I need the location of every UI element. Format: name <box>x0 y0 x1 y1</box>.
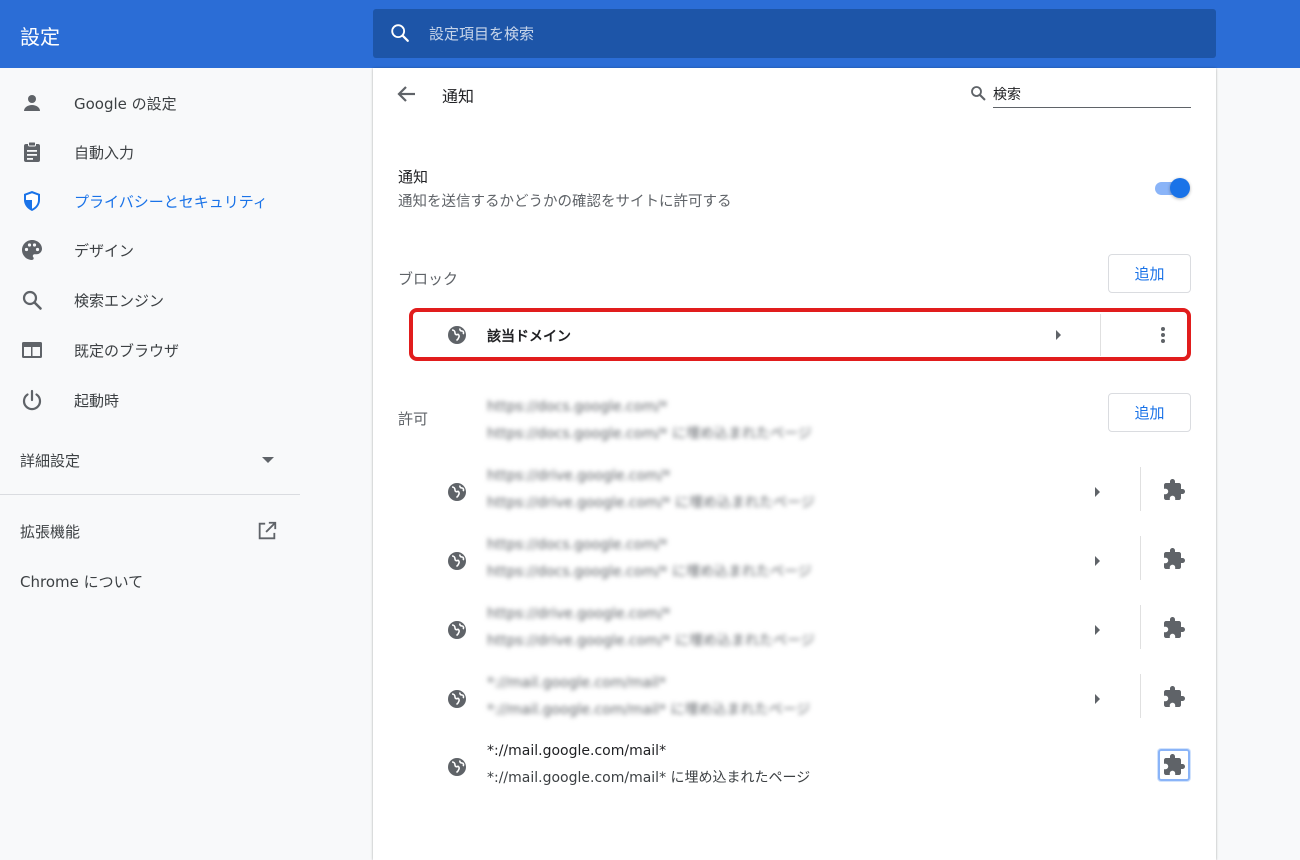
globe-icon <box>448 758 466 776</box>
extension-puzzle-icon[interactable] <box>1162 547 1186 571</box>
blocked-site-row: 該当ドメイン <box>409 309 1191 361</box>
allowed-site-origin: *://mail.google.com/mail* <box>487 675 667 691</box>
sidebar-item-label: デザイン <box>74 241 135 260</box>
allowed-site-origin: https://drive.google.com/* <box>487 468 671 484</box>
allowed-site-embed: https://docs.google.com/* に埋め込まれたページ <box>487 564 812 580</box>
extensions-link[interactable]: 拡張機能 <box>20 511 280 551</box>
allowed-site-row: https://docs.google.com/* https://docs.g… <box>409 532 1191 588</box>
sidebar: Google の設定 自動入力 プライバシーとセキュリティ デザイン 検索エンジ… <box>0 68 300 860</box>
sidebar-divider <box>0 494 300 495</box>
search-icon <box>22 290 42 310</box>
sidebar-item-label: Google の設定 <box>74 94 177 113</box>
shield-icon <box>24 191 40 211</box>
block-section-label: ブロック <box>398 270 459 288</box>
sidebar-item-google-settings[interactable]: Google の設定 <box>0 81 300 125</box>
allowed-site-main[interactable]: https://drive.google.com/* https://drive… <box>409 601 1134 657</box>
globe-icon <box>448 621 466 639</box>
allowed-site-row: https://drive.google.com/* https://drive… <box>409 601 1191 657</box>
sidebar-item-design[interactable]: デザイン <box>0 228 300 272</box>
toggle-knob <box>1170 178 1190 198</box>
extensions-label: 拡張機能 <box>20 522 81 541</box>
open-in-new-icon <box>258 521 277 540</box>
arrow-right-icon <box>1095 625 1100 635</box>
allowed-site-embed: *://mail.google.com/mail* に埋め込まれたページ <box>487 702 811 718</box>
palette-icon <box>22 240 42 260</box>
allowed-site-row: https://drive.google.com/* https://drive… <box>409 463 1191 519</box>
row-separator <box>1140 674 1141 718</box>
sidebar-item-label: 既定のブラウザ <box>74 341 180 360</box>
person-icon <box>24 95 40 111</box>
page-title: 通知 <box>442 87 475 106</box>
row-separator <box>1140 605 1141 649</box>
globe-icon <box>448 326 466 344</box>
allowed-site-origin: https://docs.google.com/* <box>487 537 668 553</box>
extension-puzzle-icon[interactable] <box>1162 478 1186 502</box>
advanced-settings-toggle[interactable]: 詳細設定 <box>20 440 278 480</box>
allowed-site-row: https://docs.google.com/* https://docs.g… <box>409 394 1191 450</box>
browser-window-icon <box>22 342 42 358</box>
extension-puzzle-icon[interactable] <box>1162 616 1186 640</box>
allowed-site-main[interactable]: *://mail.google.com/mail* *://mail.googl… <box>409 670 1134 726</box>
allowed-site-main[interactable]: *://mail.google.com/mail* *://mail.googl… <box>409 738 1134 794</box>
allowed-site-main[interactable]: https://drive.google.com/* https://drive… <box>409 463 1134 519</box>
allowed-site-origin: https://docs.google.com/* <box>487 399 668 415</box>
row-separator <box>1140 467 1141 511</box>
row-separator <box>1140 536 1141 580</box>
blocked-site-main[interactable]: 該当ドメイン <box>409 309 1099 361</box>
globe-icon <box>448 690 466 708</box>
arrow-right-icon <box>1056 330 1061 340</box>
arrow-right-icon <box>1095 556 1100 566</box>
notifications-toggle-description: 通知を送信するかどうかの確認をサイトに許可する <box>398 194 732 210</box>
power-icon <box>22 389 42 411</box>
sidebar-item-label: 起動時 <box>74 391 120 410</box>
sidebar-item-label: 自動入力 <box>74 143 135 162</box>
sidebar-item-label: プライバシーとセキュリティ <box>74 192 268 211</box>
caret-down-icon <box>262 457 274 463</box>
top-bar: 設定 <box>0 0 1300 68</box>
subpage-search[interactable] <box>969 82 1191 110</box>
search-icon <box>971 86 986 101</box>
sidebar-item-default-browser[interactable]: 既定のブラウザ <box>0 328 300 372</box>
allowed-site-origin: https://drive.google.com/* <box>487 606 671 622</box>
allowed-site-origin: *://mail.google.com/mail* <box>487 743 667 759</box>
sidebar-item-on-startup[interactable]: 起動時 <box>0 378 300 422</box>
arrow-right-icon <box>1095 487 1100 497</box>
blocked-site-domain: 該当ドメイン <box>487 329 571 345</box>
sidebar-item-label: 検索エンジン <box>74 291 165 310</box>
allowed-site-row: *://mail.google.com/mail* *://mail.googl… <box>409 670 1191 726</box>
sidebar-item-search-engine[interactable]: 検索エンジン <box>0 278 300 322</box>
settings-search-input[interactable] <box>429 9 1189 58</box>
allowed-site-embed: https://docs.google.com/* に埋め込まれたページ <box>487 426 812 442</box>
sidebar-item-autofill[interactable]: 自動入力 <box>0 130 300 174</box>
globe-icon <box>448 483 466 501</box>
about-chrome-label: Chrome について <box>20 572 144 591</box>
extension-puzzle-icon[interactable] <box>1162 753 1186 777</box>
advanced-settings-label: 詳細設定 <box>20 451 81 470</box>
globe-icon <box>448 552 466 570</box>
sidebar-item-privacy-security[interactable]: プライバシーとセキュリティ <box>0 179 300 223</box>
allowed-site-embed: https://drive.google.com/* に埋め込まれたページ <box>487 495 815 511</box>
row-separator <box>1100 314 1101 356</box>
app-title: 設定 <box>20 25 60 49</box>
search-icon <box>391 24 409 42</box>
allowed-site-embed: *://mail.google.com/mail* に埋め込まれたページ <box>487 770 811 786</box>
settings-search-box[interactable] <box>373 9 1216 58</box>
subpage-search-input[interactable] <box>993 82 1191 108</box>
allowed-site-embed: https://drive.google.com/* に埋め込まれたページ <box>487 633 815 649</box>
back-arrow-icon[interactable] <box>395 82 419 106</box>
allowed-site-main[interactable]: https://docs.google.com/* https://docs.g… <box>409 532 1134 588</box>
about-chrome-link[interactable]: Chrome について <box>20 561 280 601</box>
allowed-site-main[interactable]: https://docs.google.com/* https://docs.g… <box>409 394 1089 450</box>
block-add-button[interactable]: 追加 <box>1108 254 1191 293</box>
more-vert-icon[interactable] <box>1154 323 1172 347</box>
clipboard-icon <box>24 141 40 162</box>
extension-puzzle-icon[interactable] <box>1162 685 1186 709</box>
notifications-toggle[interactable] <box>1153 178 1191 198</box>
notifications-toggle-title: 通知 <box>398 168 429 186</box>
allowed-site-row: *://mail.google.com/mail* *://mail.googl… <box>409 738 1191 794</box>
settings-card: 通知 通知 通知を送信するかどうかの確認をサイトに許可する ブロック 追加 該当… <box>373 68 1216 860</box>
arrow-right-icon <box>1095 694 1100 704</box>
